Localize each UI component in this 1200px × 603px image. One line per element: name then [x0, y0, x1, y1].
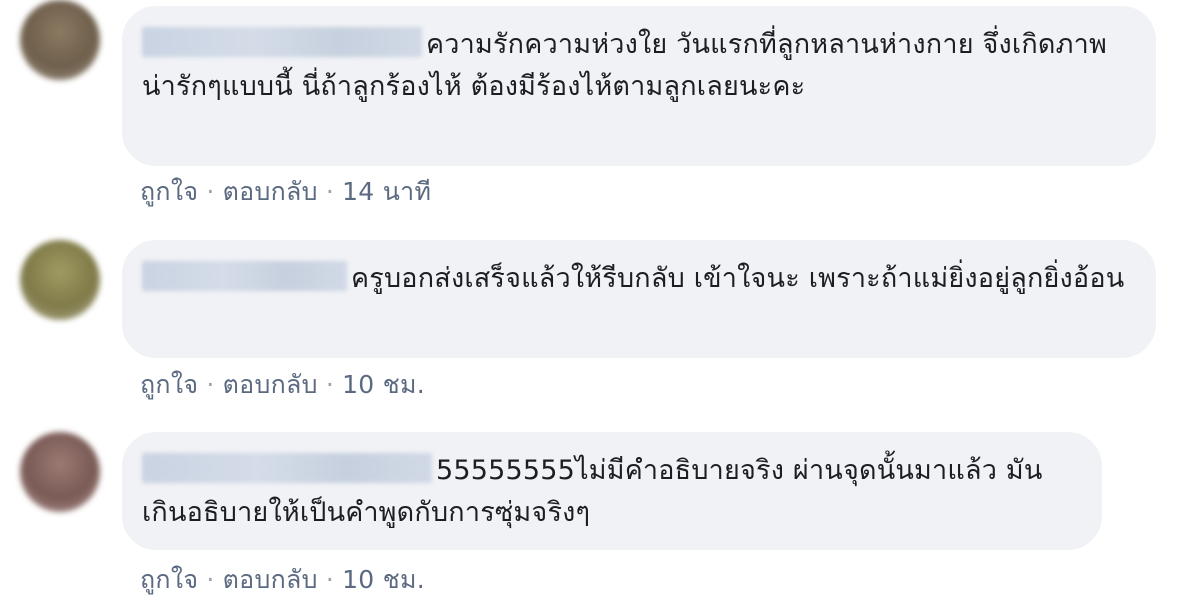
separator: ·: [325, 370, 335, 399]
timestamp[interactable]: 10 ชม.: [342, 370, 425, 399]
comment-bubble: ครูบอกส่งเสร็จแล้วให้รีบกลับ เข้าใจนะ เพ…: [122, 240, 1156, 358]
like-link[interactable]: ถูกใจ: [140, 565, 198, 594]
timestamp[interactable]: 14 นาที: [342, 177, 431, 206]
comment-actions: ถูกใจ · ตอบกลับ · 10 ชม.: [140, 365, 425, 405]
separator: ·: [206, 370, 215, 399]
comment-bubble: ความรักความห่วงใย วันแรกที่ลูกหลานห่างกา…: [122, 6, 1156, 166]
separator: ·: [206, 565, 215, 594]
timestamp[interactable]: 10 ชม.: [342, 565, 425, 594]
avatar[interactable]: [20, 0, 100, 80]
comment-actions: ถูกใจ · ตอบกลับ · 14 นาที: [140, 172, 431, 212]
like-link[interactable]: ถูกใจ: [140, 177, 198, 206]
like-link[interactable]: ถูกใจ: [140, 370, 198, 399]
commenter-name[interactable]: [142, 453, 432, 483]
separator: ·: [325, 177, 335, 206]
separator: ·: [206, 177, 215, 206]
reply-link[interactable]: ตอบกลับ: [223, 177, 318, 206]
separator: ·: [325, 565, 335, 594]
comment-bubble: 55555555ไม่มีคำอธิบายจริง ผ่านจุดนั้นมาแ…: [122, 432, 1102, 550]
avatar[interactable]: [20, 432, 100, 512]
comment-actions: ถูกใจ · ตอบกลับ · 10 ชม.: [140, 560, 425, 600]
avatar[interactable]: [20, 240, 100, 320]
comment-text: ครูบอกส่งเสร็จแล้วให้รีบกลับ เข้าใจนะ เพ…: [351, 263, 1125, 294]
reply-link[interactable]: ตอบกลับ: [223, 370, 318, 399]
reply-link[interactable]: ตอบกลับ: [223, 565, 318, 594]
commenter-name[interactable]: [142, 27, 422, 57]
commenter-name[interactable]: [142, 261, 347, 291]
